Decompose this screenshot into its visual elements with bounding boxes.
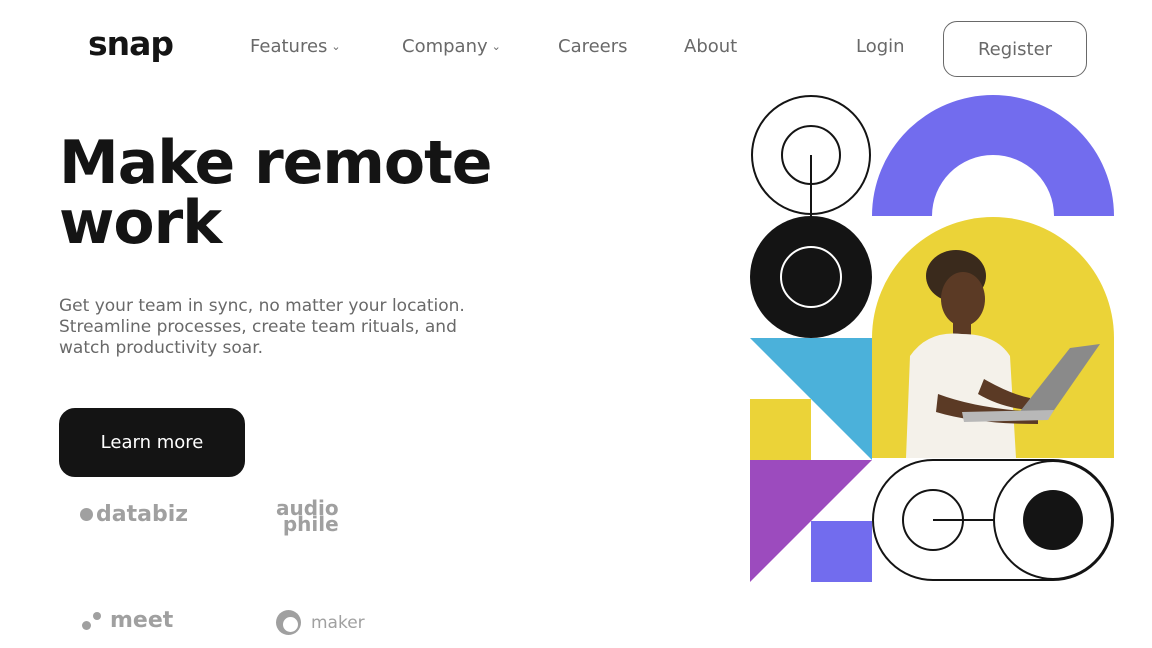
client-logo-maker: maker [276, 610, 365, 635]
brand-logo[interactable]: snap [88, 24, 174, 63]
headline-line: work [59, 188, 222, 258]
chevron-down-icon: ⌄ [491, 40, 501, 53]
nav-item-about[interactable]: About [684, 36, 737, 57]
maker-logo-icon [276, 610, 301, 635]
learn-more-button[interactable]: Learn more [59, 408, 245, 477]
client-logo-databiz: databiz [80, 502, 188, 527]
chevron-down-icon: ⌄ [331, 40, 341, 53]
subtext-line: Get your team in sync, no matter your lo… [59, 296, 465, 316]
databiz-logo-icon [80, 508, 93, 521]
purple-arch [872, 95, 1114, 216]
yellow-square [750, 399, 811, 460]
subtext-line: Streamline processes, create team ritual… [59, 317, 457, 337]
nav-item-company[interactable]: Company ⌄ [402, 36, 501, 57]
nav-item-label: Company [402, 36, 488, 57]
meet-logo-icon [80, 609, 104, 633]
subtext-line: watch productivity soar. [59, 338, 264, 358]
client-logo-audiophile: audio phile [276, 498, 339, 536]
client-logo-text: meet [110, 608, 174, 633]
client-logo-text: phile [282, 512, 339, 536]
nav-item-careers[interactable]: Careers [558, 36, 628, 57]
nav-item-features[interactable]: Features ⌄ [250, 36, 341, 57]
login-link[interactable]: Login [856, 36, 905, 57]
hero-headline: Make remote work [59, 133, 492, 253]
black-dot [1023, 490, 1083, 550]
client-logo-text: maker [311, 612, 365, 633]
hero-subtext: Get your team in sync, no matter your lo… [59, 296, 559, 359]
register-button[interactable]: Register [943, 21, 1087, 77]
nav-item-label: Features [250, 36, 328, 57]
hero-illustration [750, 95, 1114, 582]
client-logo-text: databiz [96, 502, 189, 527]
client-logo-meet: meet [80, 608, 173, 633]
black-circle [750, 216, 872, 338]
purple-square [811, 521, 872, 582]
